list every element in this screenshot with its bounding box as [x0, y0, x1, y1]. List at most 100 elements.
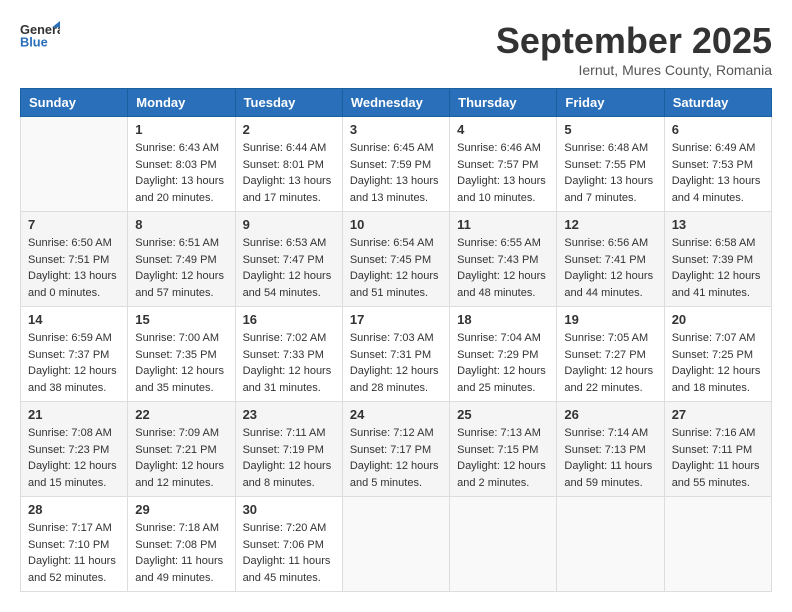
calendar-day-cell: 17 Sunrise: 7:03 AMSunset: 7:31 PMDayligh…: [342, 307, 449, 402]
day-number: 6: [672, 122, 764, 137]
calendar-day-cell: [450, 497, 557, 592]
day-info: Sunrise: 7:09 AMSunset: 7:21 PMDaylight:…: [135, 425, 227, 491]
weekday-header-row: SundayMondayTuesdayWednesdayThursdayFrid…: [21, 89, 772, 117]
day-number: 28: [28, 502, 120, 517]
calendar-day-cell: 30 Sunrise: 7:20 AMSunset: 7:06 PMDayligh…: [235, 497, 342, 592]
day-info: Sunrise: 7:03 AMSunset: 7:31 PMDaylight:…: [350, 330, 442, 396]
day-info: Sunrise: 6:53 AMSunset: 7:47 PMDaylight:…: [243, 235, 335, 301]
calendar-day-cell: [557, 497, 664, 592]
day-number: 22: [135, 407, 227, 422]
weekday-header: Sunday: [21, 89, 128, 117]
calendar-week-row: 7Sunrise: 6:50 AMSunset: 7:51 PMDaylight…: [21, 212, 772, 307]
day-info: Sunrise: 6:46 AMSunset: 7:57 PMDaylight:…: [457, 140, 549, 206]
day-number: 17: [350, 312, 442, 327]
weekday-header: Tuesday: [235, 89, 342, 117]
day-info: Sunrise: 6:50 AMSunset: 7:51 PMDaylight:…: [28, 235, 120, 301]
calendar-day-cell: 16 Sunrise: 7:02 AMSunset: 7:33 PMDayligh…: [235, 307, 342, 402]
calendar-day-cell: 22 Sunrise: 7:09 AMSunset: 7:21 PMDayligh…: [128, 402, 235, 497]
calendar-day-cell: 4 Sunrise: 6:46 AMSunset: 7:57 PMDaylight…: [450, 117, 557, 212]
calendar-day-cell: 18 Sunrise: 7:04 AMSunset: 7:29 PMDayligh…: [450, 307, 557, 402]
weekday-header: Saturday: [664, 89, 771, 117]
day-info: Sunrise: 6:43 AMSunset: 8:03 PMDaylight:…: [135, 140, 227, 206]
day-info: Sunrise: 7:20 AMSunset: 7:06 PMDaylight:…: [243, 520, 335, 586]
calendar-day-cell: [342, 497, 449, 592]
weekday-header: Monday: [128, 89, 235, 117]
day-number: 13: [672, 217, 764, 232]
day-number: 15: [135, 312, 227, 327]
calendar-day-cell: 2 Sunrise: 6:44 AMSunset: 8:01 PMDaylight…: [235, 117, 342, 212]
day-info: Sunrise: 6:56 AMSunset: 7:41 PMDaylight:…: [564, 235, 656, 301]
calendar-day-cell: 1 Sunrise: 6:43 AMSunset: 8:03 PMDaylight…: [128, 117, 235, 212]
day-info: Sunrise: 7:16 AMSunset: 7:11 PMDaylight:…: [672, 425, 764, 491]
day-number: 1: [135, 122, 227, 137]
calendar-day-cell: 29 Sunrise: 7:18 AMSunset: 7:08 PMDayligh…: [128, 497, 235, 592]
day-info: Sunrise: 7:02 AMSunset: 7:33 PMDaylight:…: [243, 330, 335, 396]
calendar-day-cell: 5 Sunrise: 6:48 AMSunset: 7:55 PMDaylight…: [557, 117, 664, 212]
day-number: 2: [243, 122, 335, 137]
day-number: 11: [457, 217, 549, 232]
day-number: 20: [672, 312, 764, 327]
day-info: Sunrise: 6:48 AMSunset: 7:55 PMDaylight:…: [564, 140, 656, 206]
calendar-day-cell: 27 Sunrise: 7:16 AMSunset: 7:11 PMDayligh…: [664, 402, 771, 497]
day-info: Sunrise: 7:05 AMSunset: 7:27 PMDaylight:…: [564, 330, 656, 396]
calendar-week-row: 21 Sunrise: 7:08 AMSunset: 7:23 PMDayligh…: [21, 402, 772, 497]
day-info: Sunrise: 7:14 AMSunset: 7:13 PMDaylight:…: [564, 425, 656, 491]
calendar-day-cell: 13Sunrise: 6:58 AMSunset: 7:39 PMDayligh…: [664, 212, 771, 307]
page-header: General Blue September 2025 Iernut, Mure…: [20, 20, 772, 78]
day-info: Sunrise: 6:51 AMSunset: 7:49 PMDaylight:…: [135, 235, 227, 301]
calendar-week-row: 1 Sunrise: 6:43 AMSunset: 8:03 PMDaylight…: [21, 117, 772, 212]
day-number: 26: [564, 407, 656, 422]
calendar-day-cell: 25 Sunrise: 7:13 AMSunset: 7:15 PMDayligh…: [450, 402, 557, 497]
day-number: 25: [457, 407, 549, 422]
calendar-day-cell: 3Sunrise: 6:45 AMSunset: 7:59 PMDaylight…: [342, 117, 449, 212]
day-number: 16: [243, 312, 335, 327]
title-section: September 2025 Iernut, Mures County, Rom…: [496, 20, 772, 78]
weekday-header: Thursday: [450, 89, 557, 117]
day-number: 10: [350, 217, 442, 232]
calendar-day-cell: [664, 497, 771, 592]
calendar-day-cell: [21, 117, 128, 212]
day-info: Sunrise: 7:00 AMSunset: 7:35 PMDaylight:…: [135, 330, 227, 396]
weekday-header: Wednesday: [342, 89, 449, 117]
calendar-day-cell: 8 Sunrise: 6:51 AMSunset: 7:49 PMDaylight…: [128, 212, 235, 307]
day-number: 4: [457, 122, 549, 137]
calendar-day-cell: 24 Sunrise: 7:12 AMSunset: 7:17 PMDayligh…: [342, 402, 449, 497]
day-number: 5: [564, 122, 656, 137]
calendar-day-cell: 20 Sunrise: 7:07 AMSunset: 7:25 PMDayligh…: [664, 307, 771, 402]
day-number: 9: [243, 217, 335, 232]
day-number: 14: [28, 312, 120, 327]
calendar-day-cell: 21 Sunrise: 7:08 AMSunset: 7:23 PMDayligh…: [21, 402, 128, 497]
day-number: 29: [135, 502, 227, 517]
calendar-week-row: 28 Sunrise: 7:17 AMSunset: 7:10 PMDayligh…: [21, 497, 772, 592]
calendar-day-cell: 12Sunrise: 6:56 AMSunset: 7:41 PMDayligh…: [557, 212, 664, 307]
calendar-day-cell: 23 Sunrise: 7:11 AMSunset: 7:19 PMDayligh…: [235, 402, 342, 497]
day-info: Sunrise: 6:49 AMSunset: 7:53 PMDaylight:…: [672, 140, 764, 206]
day-number: 27: [672, 407, 764, 422]
calendar-day-cell: 11Sunrise: 6:55 AMSunset: 7:43 PMDayligh…: [450, 212, 557, 307]
day-number: 24: [350, 407, 442, 422]
day-number: 8: [135, 217, 227, 232]
day-info: Sunrise: 7:18 AMSunset: 7:08 PMDaylight:…: [135, 520, 227, 586]
logo-icon: General Blue: [20, 20, 60, 50]
day-number: 21: [28, 407, 120, 422]
day-info: Sunrise: 6:59 AMSunset: 7:37 PMDaylight:…: [28, 330, 120, 396]
calendar-day-cell: 14 Sunrise: 6:59 AMSunset: 7:37 PMDayligh…: [21, 307, 128, 402]
day-info: Sunrise: 7:13 AMSunset: 7:15 PMDaylight:…: [457, 425, 549, 491]
day-info: Sunrise: 7:11 AMSunset: 7:19 PMDaylight:…: [243, 425, 335, 491]
calendar-day-cell: 6 Sunrise: 6:49 AMSunset: 7:53 PMDaylight…: [664, 117, 771, 212]
day-info: Sunrise: 6:45 AMSunset: 7:59 PMDaylight:…: [350, 140, 442, 206]
day-info: Sunrise: 7:07 AMSunset: 7:25 PMDaylight:…: [672, 330, 764, 396]
day-info: Sunrise: 7:08 AMSunset: 7:23 PMDaylight:…: [28, 425, 120, 491]
day-number: 30: [243, 502, 335, 517]
day-info: Sunrise: 7:17 AMSunset: 7:10 PMDaylight:…: [28, 520, 120, 586]
day-info: Sunrise: 7:04 AMSunset: 7:29 PMDaylight:…: [457, 330, 549, 396]
month-title: September 2025: [496, 20, 772, 62]
day-number: 18: [457, 312, 549, 327]
location: Iernut, Mures County, Romania: [496, 62, 772, 78]
day-number: 23: [243, 407, 335, 422]
calendar-day-cell: 28 Sunrise: 7:17 AMSunset: 7:10 PMDayligh…: [21, 497, 128, 592]
calendar-day-cell: 19Sunrise: 7:05 AMSunset: 7:27 PMDayligh…: [557, 307, 664, 402]
day-info: Sunrise: 7:12 AMSunset: 7:17 PMDaylight:…: [350, 425, 442, 491]
weekday-header: Friday: [557, 89, 664, 117]
day-info: Sunrise: 6:44 AMSunset: 8:01 PMDaylight:…: [243, 140, 335, 206]
